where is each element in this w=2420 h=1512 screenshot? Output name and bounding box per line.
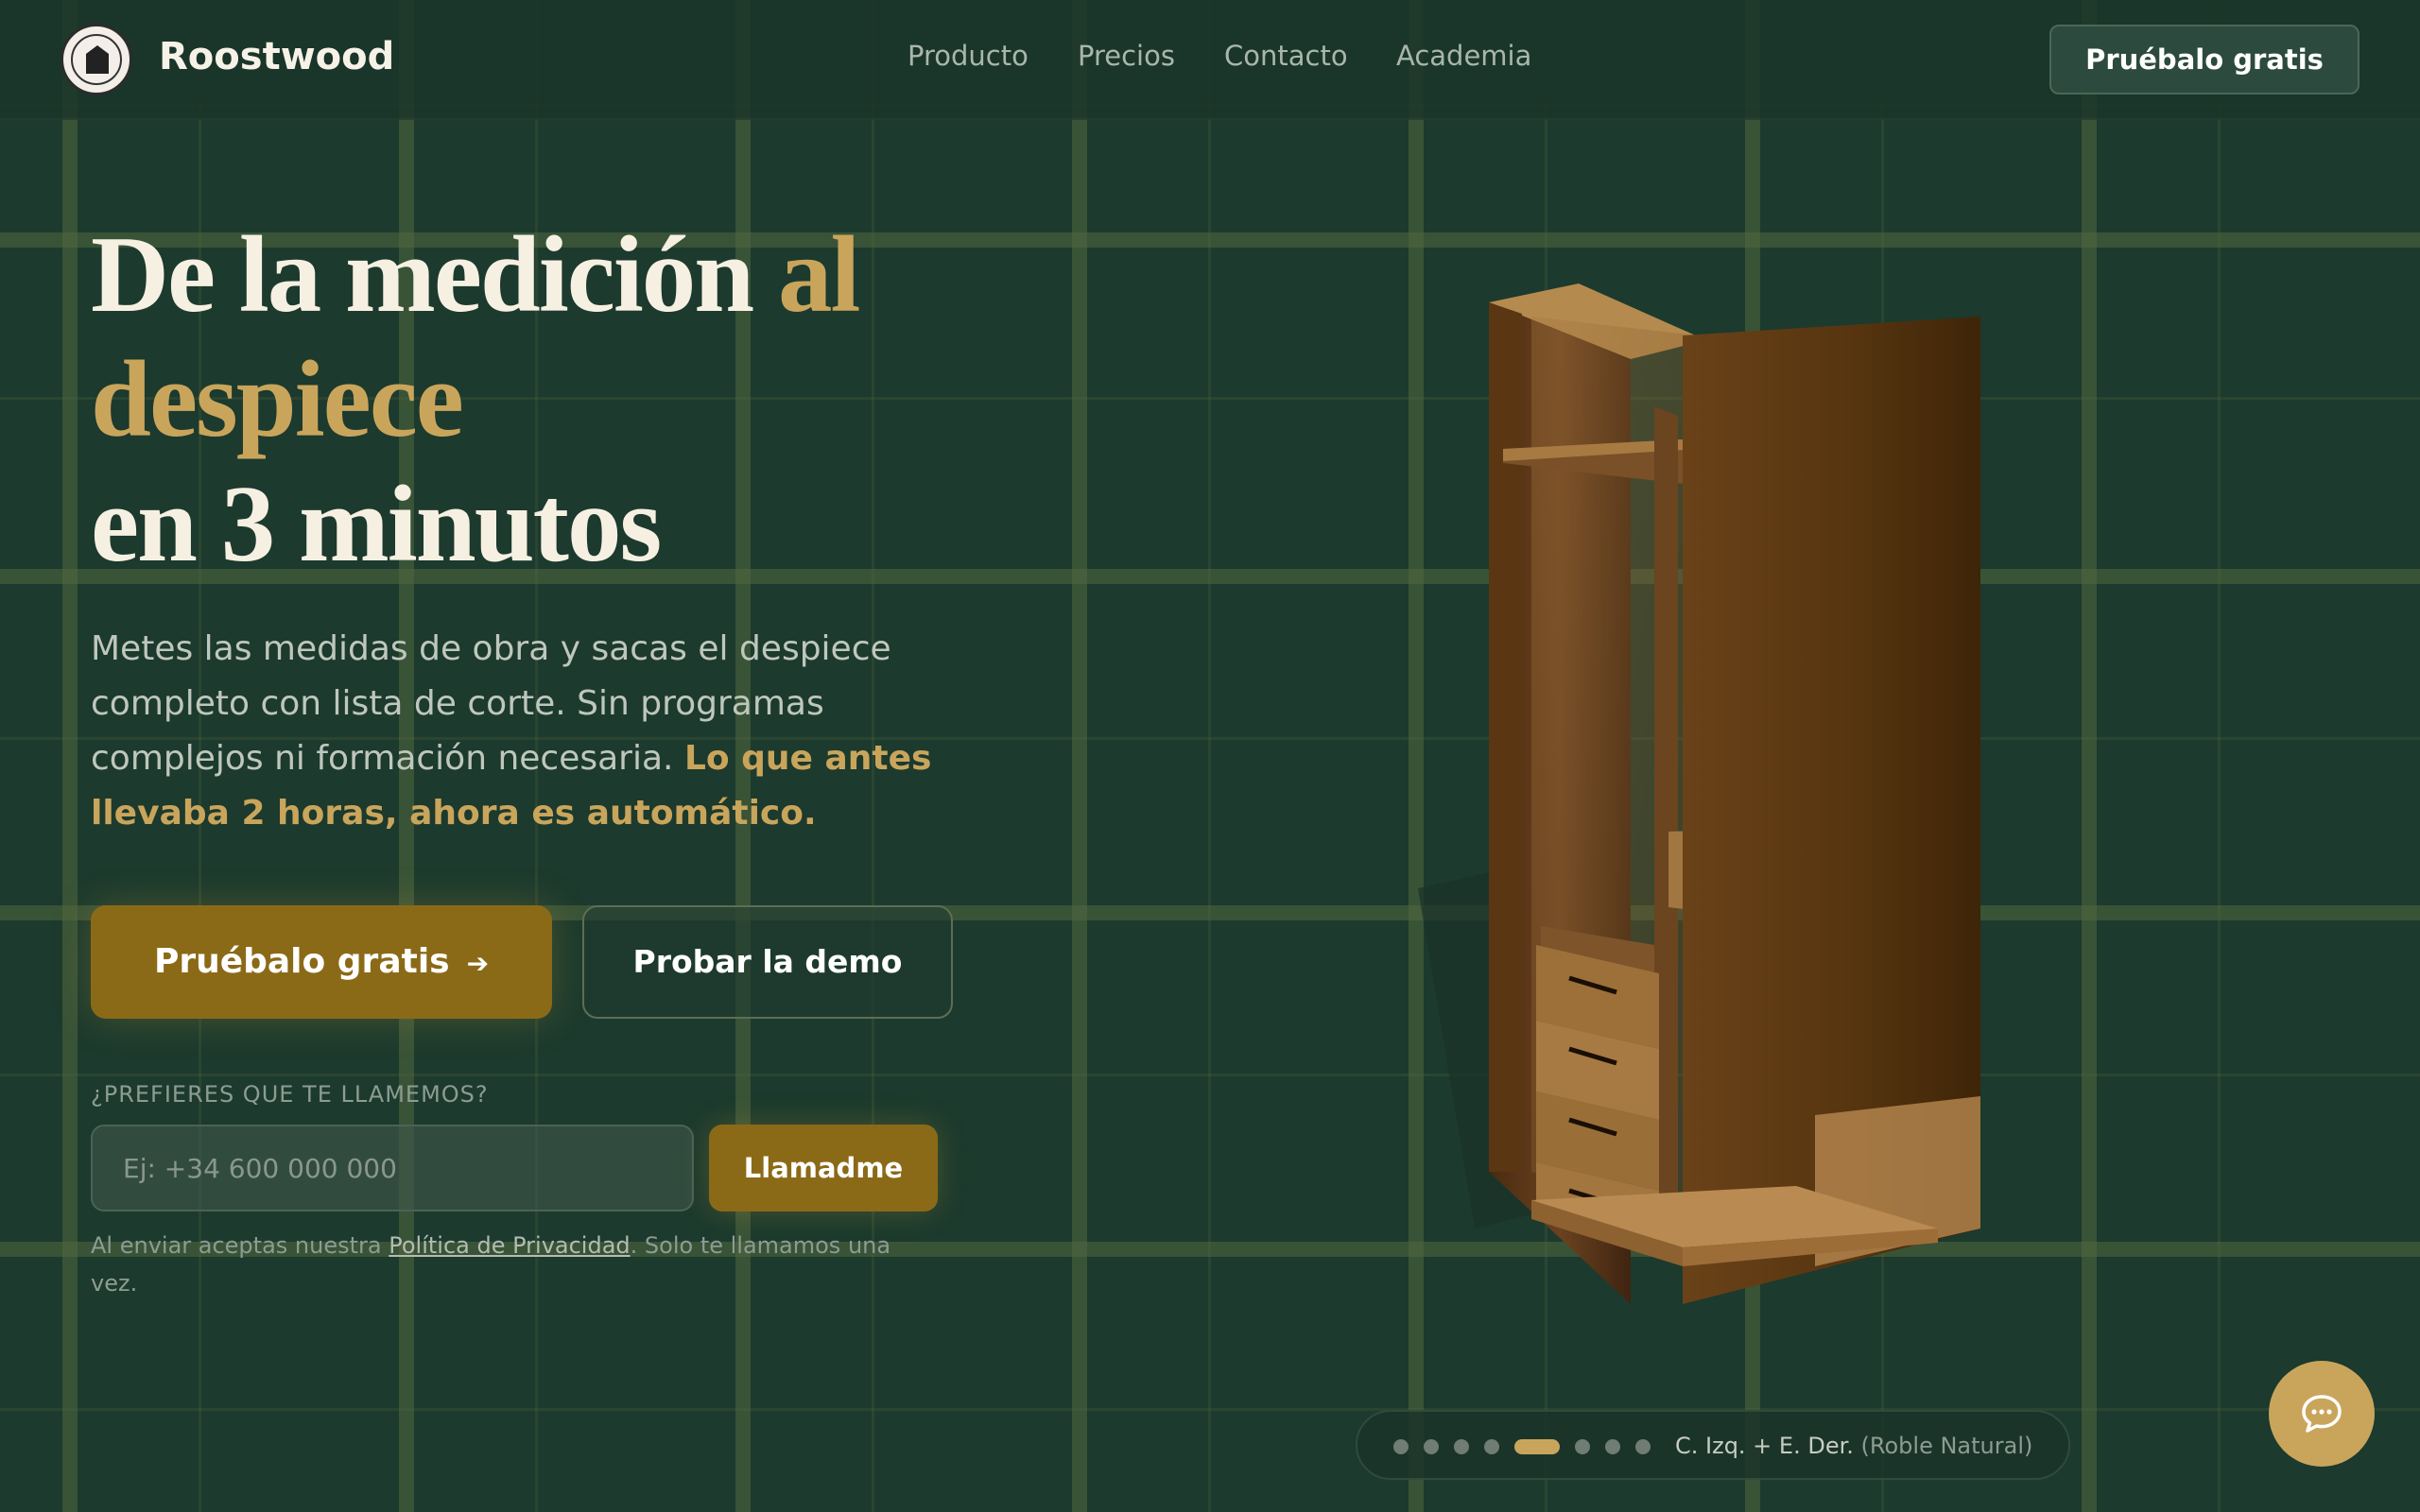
privacy-notice: Al enviar aceptas nuestra Política de Pr… (91, 1227, 942, 1302)
privacy-policy-link[interactable]: Política de Privacidad (389, 1232, 630, 1259)
carousel-dot[interactable] (1635, 1439, 1651, 1454)
caption-material: (Roble Natural) (1860, 1433, 2033, 1459)
hero-subtitle: Metes las medidas de obra y sacas el des… (91, 622, 979, 841)
arrow-right-icon: ➔ (466, 948, 490, 979)
nav-item-producto[interactable]: Producto (908, 40, 1028, 72)
chat-button[interactable] (2269, 1361, 2375, 1467)
legal-pre: Al enviar aceptas nuestra (91, 1232, 389, 1259)
hero-title: De la medición al despiece en 3 minutos (91, 213, 860, 587)
carousel-caption: C. Izq. + E. Der. (Roble Natural) (1675, 1433, 2032, 1459)
site-header: Roostwood Producto Precios Contacto Acad… (0, 0, 2420, 120)
carousel-dot[interactable] (1424, 1439, 1439, 1454)
brand-logo[interactable] (60, 24, 132, 95)
title-part-1: De la medición (91, 215, 778, 335)
title-part-4: en 3 minutos (91, 464, 662, 584)
carousel-dot[interactable] (1454, 1439, 1469, 1454)
caption-model: C. Izq. + E. Der. (1675, 1433, 1854, 1459)
phone-input[interactable] (91, 1125, 694, 1211)
nav-item-contacto[interactable]: Contacto (1224, 40, 1348, 72)
carousel-indicator: C. Izq. + E. Der. (Roble Natural) (1356, 1410, 2070, 1480)
brand-name[interactable]: Roostwood (159, 35, 394, 78)
callback-label: ¿PREFIERES QUE TE LLAMEMOS? (91, 1081, 489, 1108)
title-part-2: al (778, 215, 860, 335)
wardrobe-3d-illustration (1418, 284, 1980, 1304)
call-me-button[interactable]: Llamadme (709, 1125, 938, 1211)
carousel-dot[interactable] (1575, 1439, 1590, 1454)
carousel-dot[interactable] (1393, 1439, 1409, 1454)
chat-bubble-icon (2302, 1395, 2342, 1433)
carousel-dot[interactable] (1605, 1439, 1620, 1454)
title-part-3: despiece (91, 339, 464, 459)
nav-item-precios[interactable]: Precios (1078, 40, 1175, 72)
try-demo-button[interactable]: Probar la demo (582, 905, 953, 1019)
carousel-dot[interactable] (1484, 1439, 1499, 1454)
nav-item-academia[interactable]: Academia (1396, 40, 1531, 72)
try-free-button[interactable]: Pruébalo gratis ➔ (91, 905, 552, 1019)
try-free-label: Pruébalo gratis (153, 942, 450, 981)
header-try-free-button[interactable]: Pruébalo gratis (2049, 25, 2360, 94)
carousel-dot-active[interactable] (1514, 1439, 1560, 1454)
